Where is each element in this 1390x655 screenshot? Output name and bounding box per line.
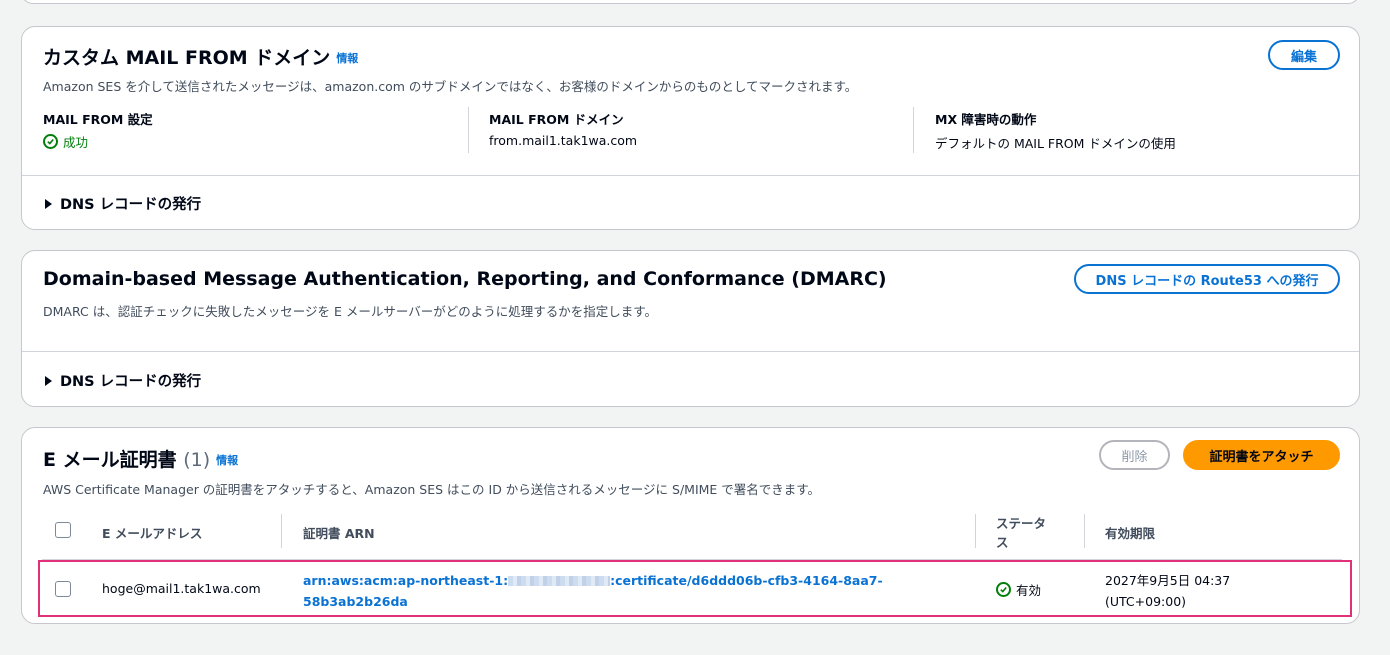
previous-panel [21, 0, 1360, 4]
dmarc-panel: Domain-based Message Authentication, Rep… [21, 250, 1360, 407]
column-divider [1084, 514, 1085, 548]
mail-from-panel: カスタム MAIL FROM ドメイン 情報 編集 Amazon SES を介して… [21, 26, 1360, 230]
dmarc-title: Domain-based Message Authentication, Rep… [43, 268, 887, 290]
delete-button[interactable]: 削除 [1099, 440, 1170, 470]
certs-info-link[interactable]: 情報 [216, 454, 238, 467]
mail-from-info-link[interactable]: 情報 [336, 52, 358, 65]
mail-from-description: Amazon SES を介して送信されたメッセージは、amazon.com のサ… [43, 79, 858, 94]
certs-title: E メール証明書 (1) 情報 [43, 449, 239, 471]
mail-from-dns-expander[interactable]: DNS レコードの発行 [45, 193, 201, 214]
attach-certificate-button[interactable]: 証明書をアタッチ [1183, 440, 1340, 470]
divider [22, 351, 1359, 352]
publish-route53-button[interactable]: DNS レコードの Route53 への発行 [1074, 264, 1340, 294]
mail-from-setting-label: MAIL FROM 設定 [43, 112, 153, 127]
caret-right-icon [45, 198, 52, 209]
mail-from-title: カスタム MAIL FROM ドメイン 情報 [43, 47, 359, 69]
column-divider [975, 514, 976, 548]
mx-failure-label: MX 障害時の動作 [935, 112, 1037, 127]
row-highlight-annotation [38, 560, 1352, 617]
column-expiry: 有効期限 [1105, 526, 1156, 541]
dmarc-description: DMARC は、認証チェックに失敗したメッセージを E メールサーバーがどのよう… [43, 304, 657, 319]
column-status: ステータ ス [996, 516, 1047, 550]
dmarc-dns-expander[interactable]: DNS レコードの発行 [45, 370, 201, 391]
mail-from-domain-label: MAIL FROM ドメイン [489, 112, 624, 127]
column-divider [281, 514, 282, 548]
mx-failure-value: デフォルトの MAIL FROM ドメインの使用 [935, 136, 1176, 151]
mail-from-setting-value: 成功 [43, 132, 88, 151]
certs-description: AWS Certificate Manager の証明書をアタッチすると、Ama… [43, 482, 821, 497]
select-all-checkbox[interactable] [55, 522, 71, 538]
mail-from-domain-value: from.mail1.tak1wa.com [489, 133, 638, 148]
edit-button[interactable]: 編集 [1268, 40, 1340, 70]
divider [468, 107, 469, 153]
column-email: E メールアドレス [102, 526, 203, 541]
divider [22, 175, 1359, 176]
divider [913, 107, 914, 153]
caret-right-icon [45, 375, 52, 386]
success-check-icon [43, 134, 58, 149]
column-arn: 証明書 ARN [303, 526, 375, 541]
